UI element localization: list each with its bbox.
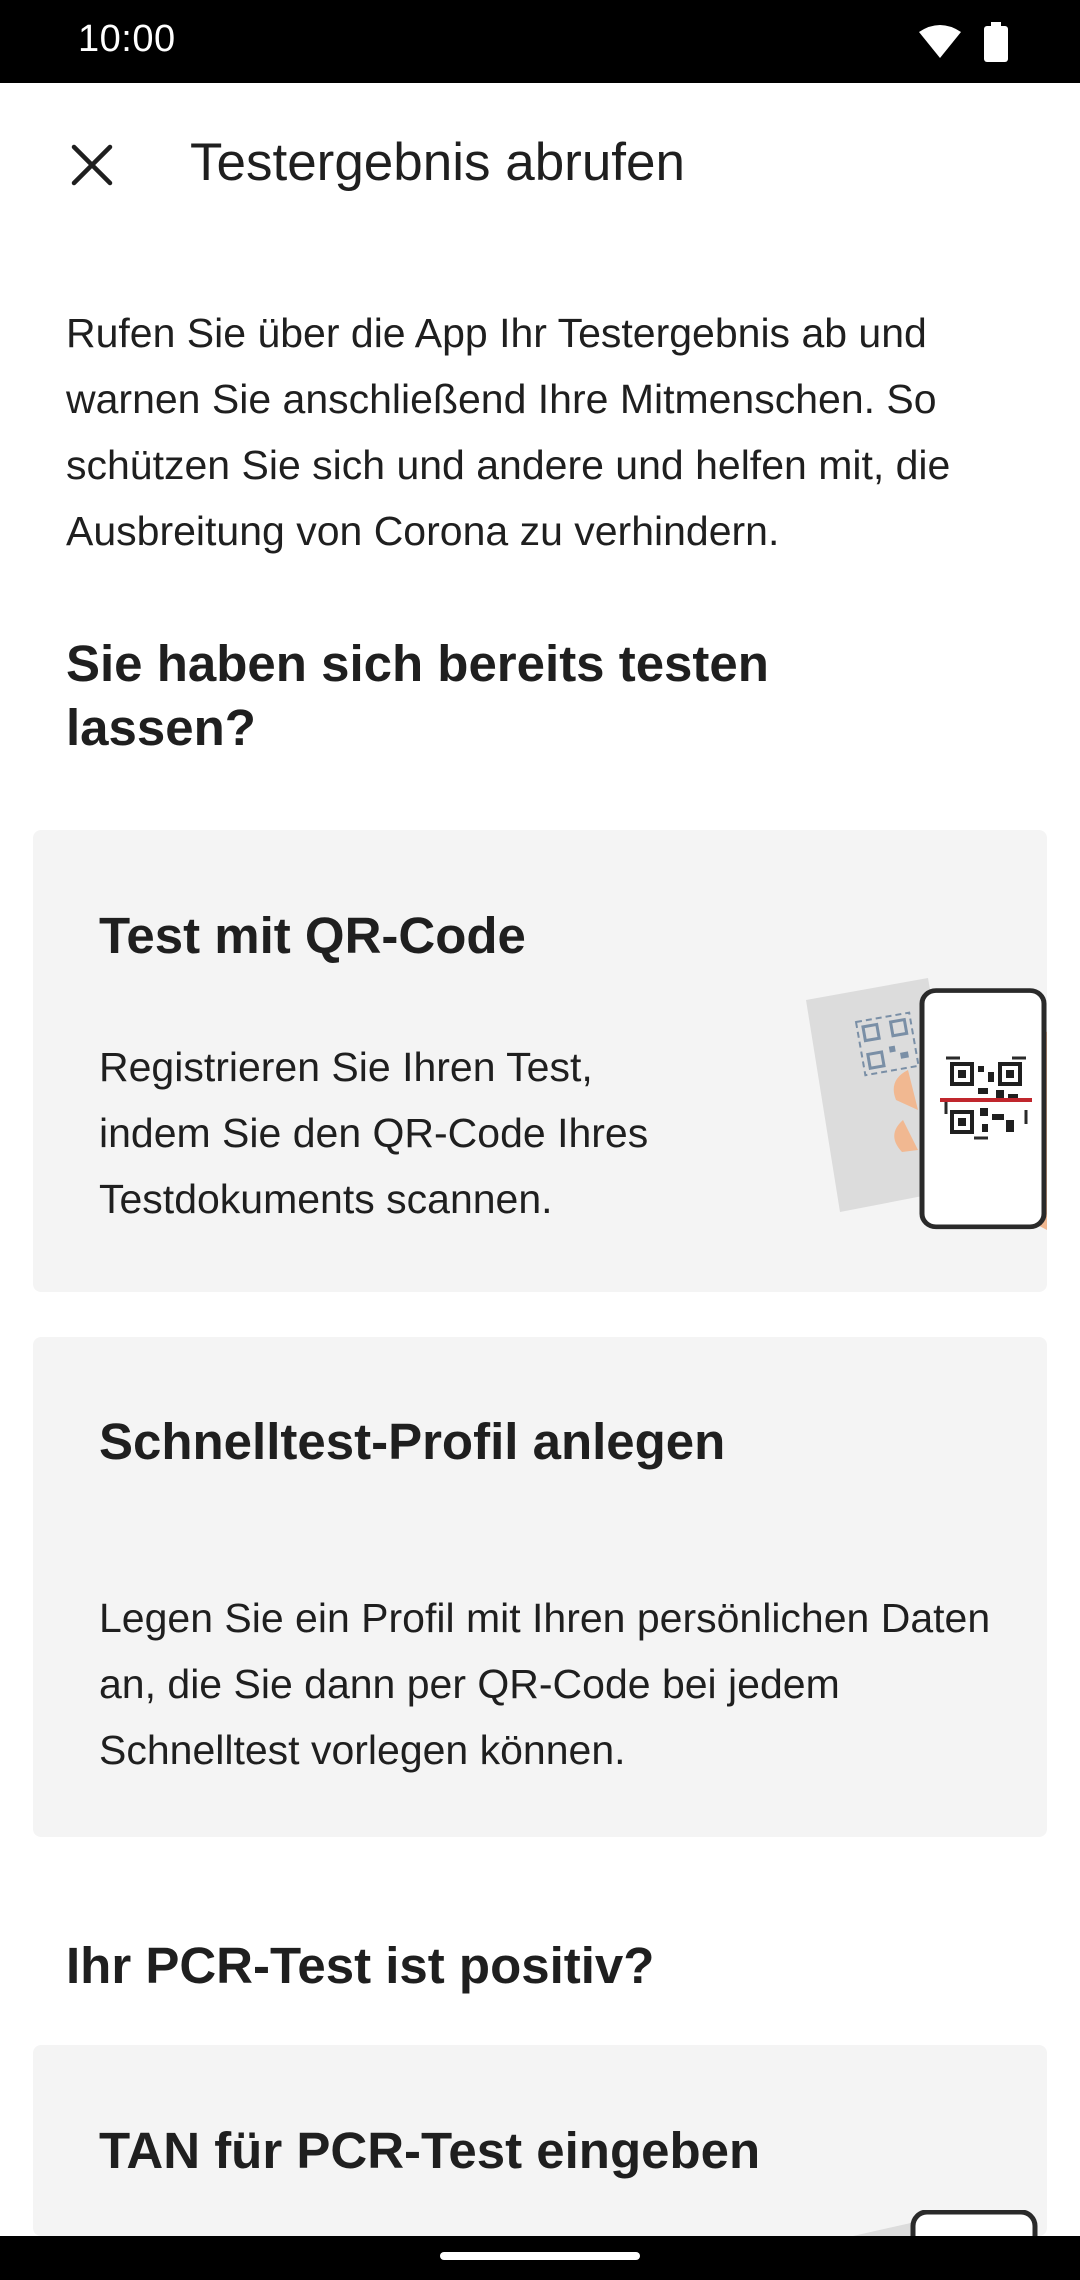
- app-bar: Testergebnis abrufen: [0, 83, 1080, 243]
- home-gesture-handle[interactable]: [440, 2252, 640, 2260]
- close-button[interactable]: [52, 125, 132, 205]
- page-title: Testergebnis abrufen: [190, 133, 685, 192]
- phone-scanning-qr-illustration: [806, 978, 1047, 1230]
- tan-pcr-card-title: TAN für PCR-Test eingeben: [99, 2122, 761, 2179]
- rapid-test-profile-card[interactable]: Schnelltest-Profil anlegen Legen Sie ein…: [33, 1337, 1047, 1837]
- rapid-test-profile-card-text: Legen Sie ein Profil mit Ihren persönlic…: [99, 1595, 991, 1773]
- section-heading-tested: Sie haben sich bereits testen lassen?: [66, 635, 769, 756]
- status-bar: 10:00: [0, 0, 1080, 83]
- qr-test-card-text: Registrieren Sie Ihren Test, indem Sie d…: [99, 1044, 649, 1222]
- status-time: 10:00: [78, 18, 176, 60]
- navigation-bar: [0, 2236, 1080, 2280]
- wifi-icon: [919, 25, 961, 58]
- tan-pcr-card[interactable]: TAN für PCR-Test eingeben: [33, 2045, 1047, 2236]
- close-icon: [71, 144, 113, 186]
- tan-illustration: [853, 2210, 1038, 2236]
- rapid-test-profile-card-title: Schnelltest-Profil anlegen: [99, 1413, 726, 1470]
- status-icons: [918, 22, 1008, 62]
- intro-text: Rufen Sie über die App Ihr Testergebnis …: [66, 310, 951, 554]
- section-heading-pcr: Ihr PCR-Test ist positiv?: [66, 1937, 655, 1994]
- qr-test-card-title: Test mit QR-Code: [99, 907, 526, 964]
- battery-icon: [984, 22, 1008, 62]
- qr-test-card[interactable]: Test mit QR-Code Registrieren Sie Ihren …: [33, 830, 1047, 1292]
